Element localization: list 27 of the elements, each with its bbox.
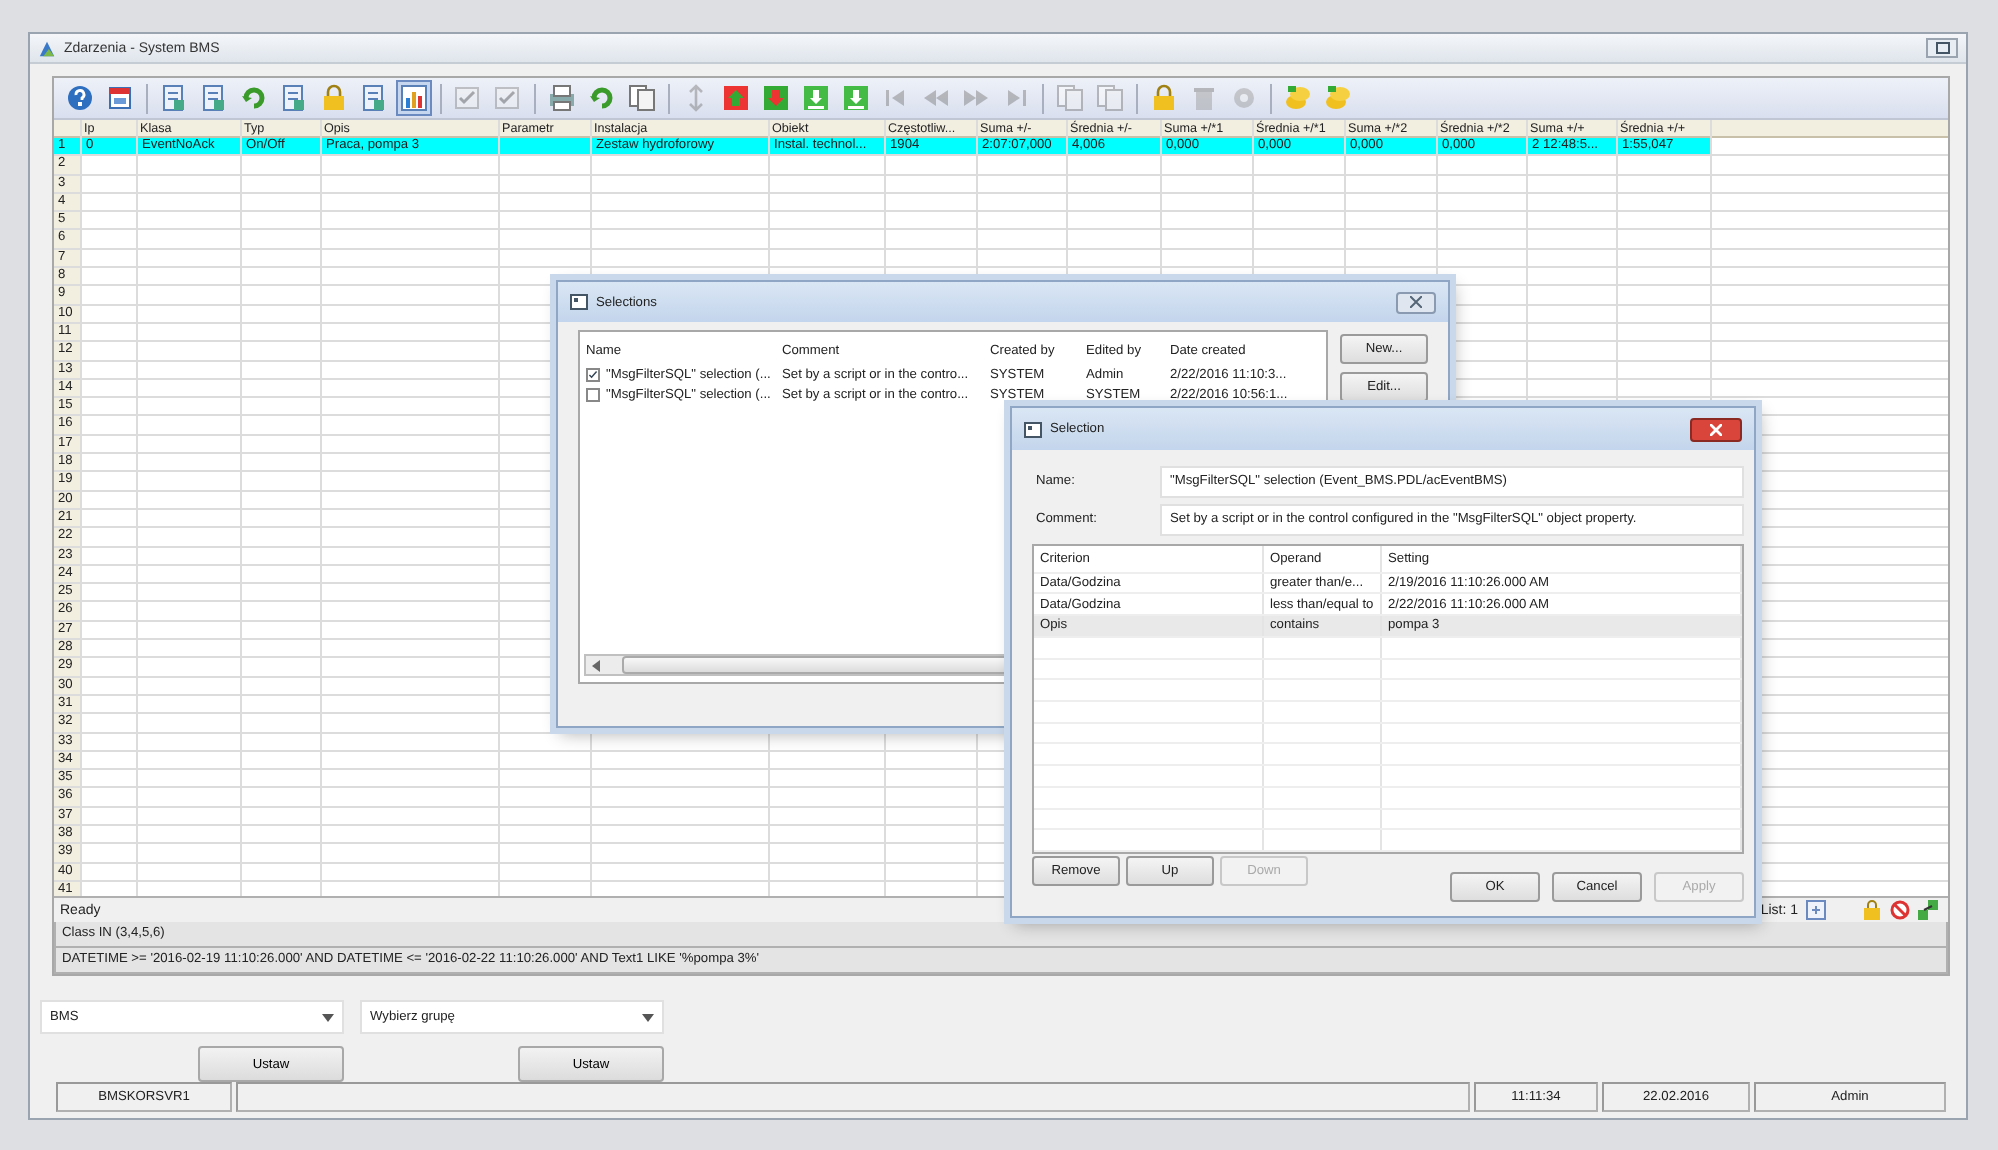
restore-icon — [1935, 42, 1949, 54]
checkbox[interactable] — [586, 367, 600, 381]
close-icon — [1710, 423, 1722, 435]
close-icon — [1410, 296, 1422, 308]
dialog-icon — [1024, 421, 1042, 437]
help-icon[interactable] — [62, 80, 98, 116]
page-icon[interactable] — [1806, 900, 1826, 920]
restore-button[interactable] — [1926, 38, 1958, 58]
checkmark-icon — [588, 369, 598, 379]
lock-icon[interactable] — [1862, 900, 1882, 920]
checkbox[interactable] — [586, 387, 600, 401]
network-icon[interactable] — [1918, 900, 1938, 920]
arrow-up-icon[interactable] — [718, 80, 754, 116]
caret-icon — [642, 1013, 654, 1021]
download-icon[interactable] — [798, 80, 834, 116]
printer-icon[interactable] — [544, 80, 580, 116]
app-icon — [38, 39, 56, 57]
close-button[interactable] — [1396, 291, 1436, 313]
chart-icon[interactable] — [396, 80, 432, 116]
copy-icon[interactable] — [624, 80, 660, 116]
close-button[interactable] — [1690, 417, 1742, 441]
caret-icon — [322, 1013, 334, 1021]
arrow-down-icon[interactable] — [758, 80, 794, 116]
dialog-icon — [570, 294, 588, 310]
no-entry-icon[interactable] — [1890, 900, 1910, 920]
arrow-left-icon[interactable] — [590, 659, 602, 671]
download-icon[interactable] — [838, 80, 874, 116]
